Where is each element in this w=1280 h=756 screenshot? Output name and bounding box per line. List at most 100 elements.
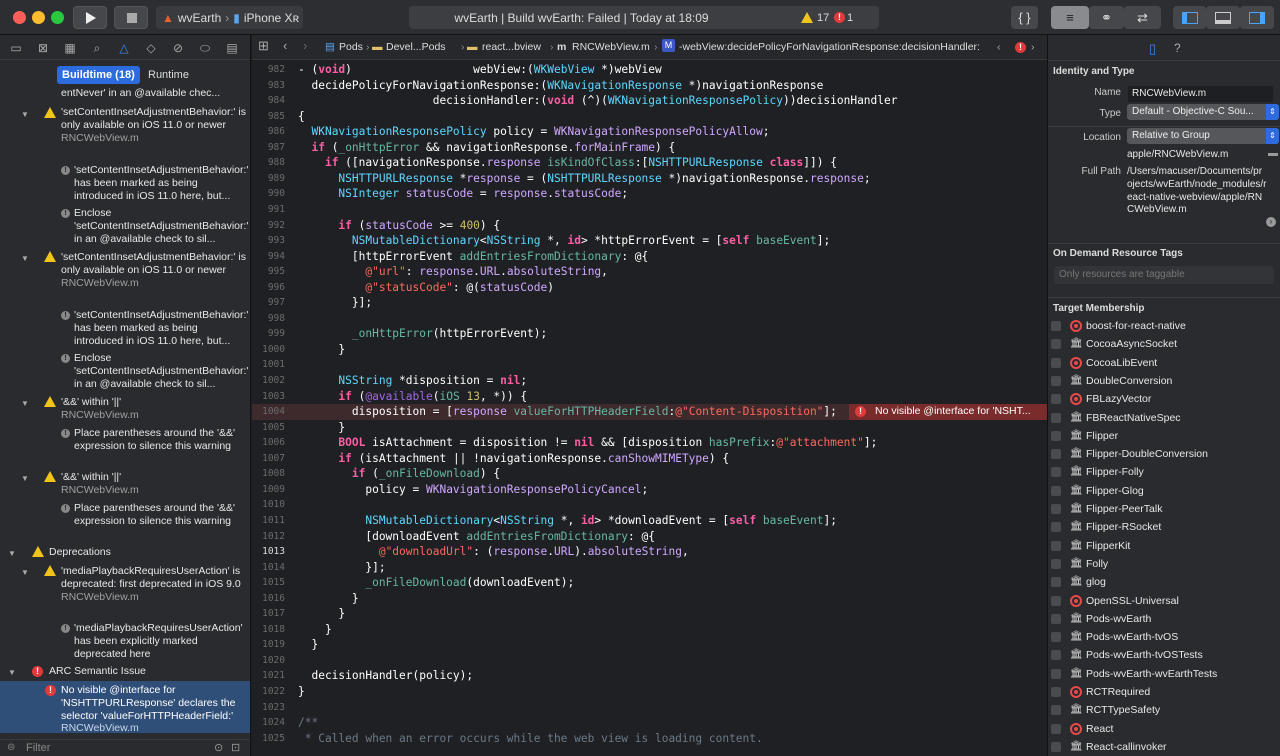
code-line[interactable]: 1018 } xyxy=(252,622,1047,638)
issue-note[interactable]: 'setContentInsetAdjustmentBehavior:' has… xyxy=(74,309,248,347)
filter-input[interactable]: Filter xyxy=(26,742,50,754)
target-checkbox[interactable] xyxy=(1051,687,1061,697)
line-number[interactable]: 1003 xyxy=(252,389,285,405)
disclosure-triangle-icon[interactable]: ▼ xyxy=(21,399,29,408)
code-line[interactable]: 1024 /** xyxy=(252,715,1047,731)
code-line[interactable]: 1011 NSMutableDictionary<NSString *, id>… xyxy=(252,513,1047,529)
reveal-arrow-icon[interactable]: › xyxy=(1266,217,1276,227)
tab-buildtime[interactable]: Buildtime (18) xyxy=(57,66,140,84)
jump-crumb[interactable]: react...bview xyxy=(482,41,541,53)
tab-runtime[interactable]: Runtime xyxy=(143,66,194,84)
code-line[interactable]: 1025 * Called when an error occurs while… xyxy=(252,731,1047,747)
code-line[interactable]: 1007 if (isAttachment || !navigationResp… xyxy=(252,451,1047,467)
line-number[interactable]: 989 xyxy=(252,171,285,187)
target-membership-row[interactable]: 🏛 Pods-wvEarth-tvOSTests xyxy=(1048,646,1280,664)
breakpoint-icon[interactable]: ⬭ xyxy=(197,40,213,56)
code-line[interactable]: 982 - (void) webView:(WKWebView *)webView xyxy=(252,62,1047,78)
code-line[interactable]: 1003 if (@available(iOS 13, *)) { xyxy=(252,389,1047,405)
target-membership-row[interactable]: 🏛 Flipper-DoubleConversion xyxy=(1048,445,1280,463)
code-line[interactable]: 993 NSMutableDictionary<NSString *, id> … xyxy=(252,233,1047,249)
inline-error-message[interactable]: ! No visible @interface for 'NSHT... xyxy=(849,404,1047,420)
issue-group-deprecations[interactable]: Deprecations xyxy=(49,546,239,559)
line-number[interactable]: 1023 xyxy=(252,700,285,716)
code-line[interactable]: 1019 } xyxy=(252,637,1047,653)
code-line-error[interactable]: 1004 disposition = [response valueForHTT… xyxy=(252,404,1047,420)
code-line[interactable]: 997 }]; xyxy=(252,295,1047,311)
disclosure-triangle-icon[interactable]: ▼ xyxy=(8,549,16,558)
code-line[interactable]: 1016 } xyxy=(252,591,1047,607)
target-membership-row[interactable]: 🏛 DoubleConversion xyxy=(1048,372,1280,390)
line-number[interactable]: 998 xyxy=(252,311,285,327)
target-checkbox[interactable] xyxy=(1051,522,1061,533)
report-icon[interactable]: ▤ xyxy=(224,40,240,56)
line-number[interactable]: 1012 xyxy=(252,529,285,545)
source-editor[interactable]: 982 - (void) webView:(WKWebView *)webView… xyxy=(252,60,1047,756)
issue-group-arc[interactable]: ARC Semantic Issue xyxy=(49,665,239,678)
line-number[interactable]: 1020 xyxy=(252,653,285,669)
code-line[interactable]: 994 [httpErrorEvent addEntriesFromDictio… xyxy=(252,249,1047,265)
issue-icon[interactable]: △ xyxy=(116,40,132,56)
issue-note[interactable]: Enclose 'setContentInsetAdjustmentBehavi… xyxy=(74,207,248,245)
target-membership-row[interactable]: 🏛 React-callinvoker xyxy=(1048,738,1280,756)
location-select[interactable]: Relative to Group ⇕ xyxy=(1127,128,1279,144)
code-line[interactable]: 1014 }]; xyxy=(252,560,1047,576)
file-inspector-tab-icon[interactable]: ▯ xyxy=(1149,41,1156,57)
target-membership-row[interactable]: boost-for-react-native xyxy=(1048,317,1280,335)
target-membership-row[interactable]: 🏛 glog xyxy=(1048,573,1280,591)
code-line[interactable]: 1000 } xyxy=(252,342,1047,358)
warning-count[interactable]: 17 xyxy=(817,12,829,24)
line-number[interactable]: 1024 xyxy=(252,715,285,731)
code-line[interactable]: 998 xyxy=(252,311,1047,327)
line-number[interactable]: 996 xyxy=(252,280,285,296)
toggle-inspector-button[interactable] xyxy=(1240,6,1274,29)
line-number[interactable]: 1008 xyxy=(252,466,285,482)
line-number[interactable]: 1025 xyxy=(252,731,285,747)
line-number[interactable]: 1013 xyxy=(252,544,285,560)
target-checkbox[interactable] xyxy=(1051,504,1061,514)
target-checkbox[interactable] xyxy=(1051,668,1061,679)
test-icon[interactable]: ◇ xyxy=(143,40,159,56)
line-number[interactable]: 984 xyxy=(252,93,285,109)
error-count[interactable]: 1 xyxy=(847,12,853,24)
code-line[interactable]: 990 NSInteger statusCode = response.stat… xyxy=(252,186,1047,202)
target-membership-row[interactable]: 🏛 Flipper-Glog xyxy=(1048,482,1280,500)
target-membership-row[interactable]: 🏛 CocoaAsyncSocket xyxy=(1048,335,1280,353)
line-number[interactable]: 990 xyxy=(252,186,285,202)
disclosure-triangle-icon[interactable]: ▼ xyxy=(21,474,29,483)
target-checkbox[interactable] xyxy=(1051,632,1061,643)
target-checkbox[interactable] xyxy=(1051,321,1061,331)
target-membership-row[interactable]: FBLazyVector xyxy=(1048,390,1280,408)
version-editor-button[interactable]: ⇄ xyxy=(1124,6,1161,29)
code-line[interactable]: 983 decidePolicyForNavigationResponse:(W… xyxy=(252,78,1047,94)
code-line[interactable]: 1006 BOOL isAttachment = disposition != … xyxy=(252,435,1047,451)
line-number[interactable]: 1007 xyxy=(252,451,285,467)
line-number[interactable]: 1001 xyxy=(252,357,285,373)
code-line[interactable]: 1020 xyxy=(252,653,1047,669)
code-line[interactable]: 999 _onHttpError(httpErrorEvent); xyxy=(252,326,1047,342)
issue-note[interactable]: 'setContentInsetAdjustmentBehavior:' has… xyxy=(74,164,248,202)
target-membership-row[interactable]: 🏛 Flipper-PeerTalk xyxy=(1048,500,1280,518)
target-checkbox[interactable] xyxy=(1051,375,1061,386)
error-icon[interactable]: ! xyxy=(1015,42,1026,53)
code-line[interactable]: 1017 } xyxy=(252,606,1047,622)
filter-options-icon[interactable]: ⊙ xyxy=(214,741,223,754)
debug-icon[interactable]: ⊘ xyxy=(170,40,186,56)
line-number[interactable]: 985 xyxy=(252,109,285,125)
code-line[interactable]: 989 NSHTTPURLResponse *response = (NSHTT… xyxy=(252,171,1047,187)
library-button[interactable]: { } xyxy=(1011,6,1038,29)
run-button[interactable] xyxy=(73,6,107,29)
line-number[interactable]: 1015 xyxy=(252,575,285,591)
line-number[interactable]: 1006 xyxy=(252,435,285,451)
line-number[interactable]: 995 xyxy=(252,264,285,280)
standard-editor-button[interactable]: ≡ xyxy=(1051,6,1089,29)
quick-help-icon[interactable]: ? xyxy=(1174,41,1181,55)
line-number[interactable]: 1017 xyxy=(252,606,285,622)
type-select[interactable]: Default - Objective-C Sou... ⇕ xyxy=(1127,104,1279,120)
jump-crumb[interactable]: Devel...Pods xyxy=(386,41,446,53)
jump-crumb[interactable]: Pods xyxy=(339,41,363,53)
target-checkbox[interactable] xyxy=(1051,540,1061,551)
forward-arrow-icon[interactable]: › xyxy=(303,38,307,53)
target-checkbox[interactable] xyxy=(1051,650,1061,661)
line-number[interactable]: 993 xyxy=(252,233,285,249)
line-number[interactable]: 992 xyxy=(252,218,285,234)
